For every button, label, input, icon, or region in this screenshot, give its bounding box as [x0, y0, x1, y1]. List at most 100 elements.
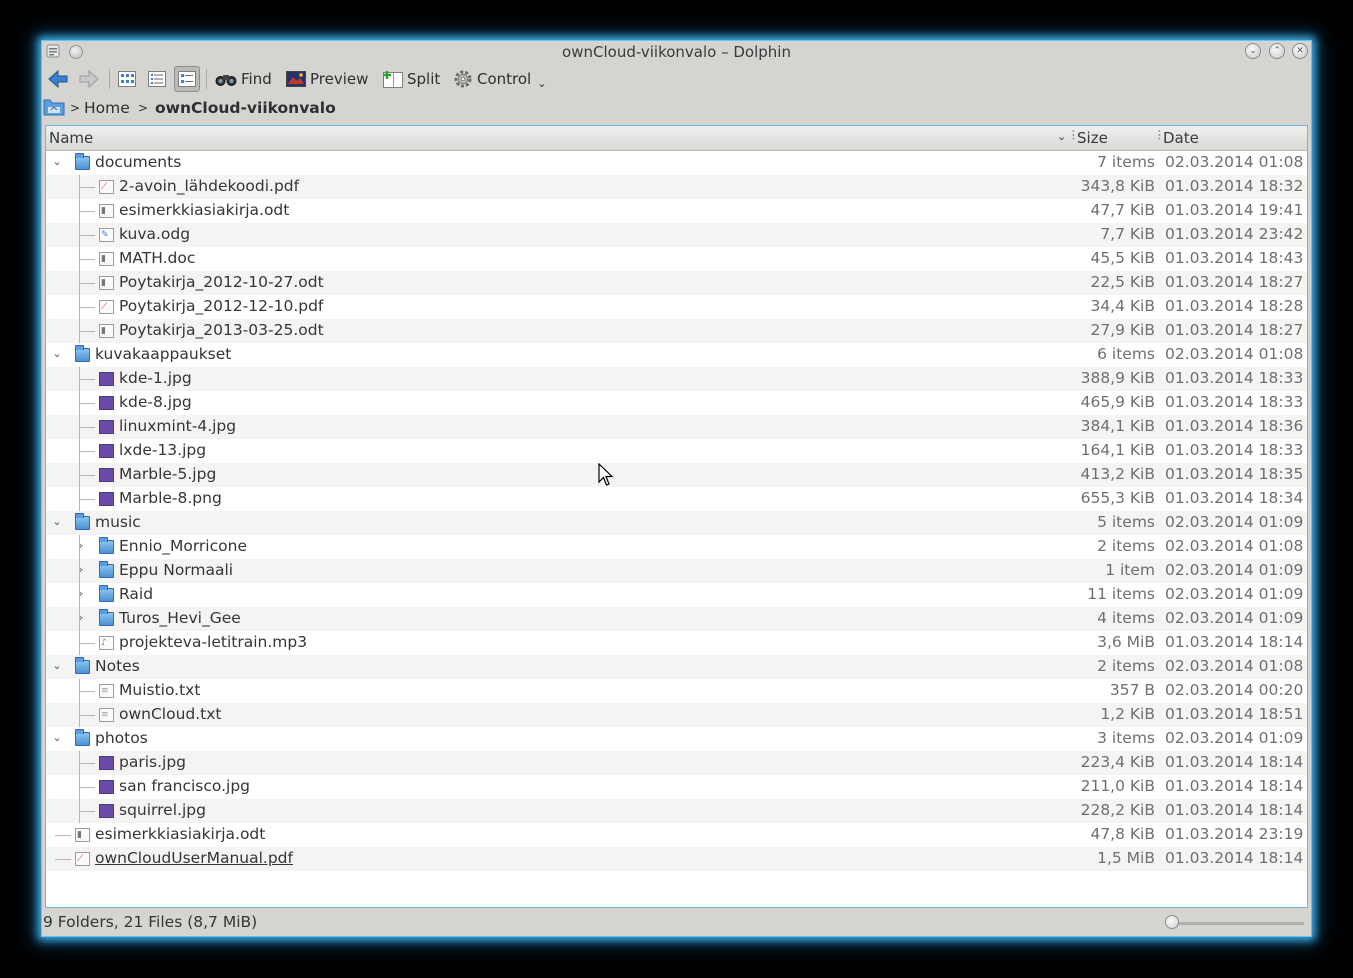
row-date: 01.03.2014 18:35 [1165, 465, 1304, 483]
document-icon: ▮ [99, 252, 114, 266]
file-row[interactable]: kde-1.jpg 388,9 KiB 01.03.2014 18:33 [46, 367, 1307, 391]
control-label: Control [477, 70, 532, 88]
file-row[interactable]: ▮ Poytakirja_2013-03-25.odt 27,9 KiB 01.03.… [46, 319, 1307, 343]
file-list-view[interactable]: Name ⌄ ⁝ Size ⁝ Date ⌄ documents 7 items 02… [45, 125, 1308, 908]
forward-button[interactable] [79, 65, 99, 93]
expand-arrow-icon[interactable]: › [75, 610, 87, 626]
file-row[interactable]: ♪ projekteva-letitrain.mp3 3,6 MiB 01.03.20… [46, 631, 1307, 655]
breadcrumb-current[interactable]: ownCloud-viikonvalo [155, 99, 336, 117]
icons-view-button[interactable] [114, 66, 140, 92]
tree-line [79, 211, 95, 212]
dolphin-window: ownCloud-viikonvalo – Dolphin ⌄ ⌃ ✕ Find… [41, 40, 1312, 937]
folder-icon [75, 345, 90, 362]
folder-row[interactable]: ⌄ kuvakaappaukset 6 items 02.03.2014 01:08 [46, 343, 1307, 367]
image-icon [99, 372, 114, 386]
file-row[interactable]: kde-8.jpg 465,9 KiB 01.03.2014 18:33 [46, 391, 1307, 415]
breadcrumb-home[interactable]: Home [84, 99, 130, 117]
row-name: paris.jpg [119, 753, 187, 771]
file-row[interactable]: ⟋ ownCloudUserManual.pdf 1,5 MiB 01.03.2014… [46, 847, 1307, 871]
close-button[interactable]: ✕ [1292, 43, 1308, 59]
column-resize-handle[interactable]: ⁝ [1157, 126, 1162, 144]
row-name: kde-1.jpg [119, 369, 192, 387]
row-size: 343,8 KiB [1080, 177, 1155, 195]
split-label: Split [407, 70, 441, 88]
file-row[interactable]: ▮ esimerkkiasiakirja.odt 47,8 KiB 01.03.201… [46, 823, 1307, 847]
zoom-slider-track[interactable] [1168, 922, 1304, 925]
row-size: 3 items [1097, 729, 1155, 747]
expand-arrow-icon[interactable]: › [75, 538, 87, 554]
file-row[interactable]: ⟋ 2-avoin_lähdekoodi.pdf 343,8 KiB 01.03.20… [46, 175, 1307, 199]
row-size: 164,1 KiB [1080, 441, 1155, 459]
row-name: Turos_Hevi_Gee [119, 609, 241, 627]
file-row[interactable]: Marble-8.png 655,3 KiB 01.03.2014 18:34 [46, 487, 1307, 511]
folder-icon [75, 153, 90, 170]
row-size: 1 item [1105, 561, 1155, 579]
expand-arrow-icon[interactable]: › [75, 586, 87, 602]
expand-arrow-icon[interactable]: › [75, 562, 87, 578]
tree-line [55, 835, 71, 836]
file-row[interactable]: ▮ Poytakirja_2012-10-27.odt 22,5 KiB 01.03.… [46, 271, 1307, 295]
folder-icon [99, 561, 114, 578]
row-date: 02.03.2014 00:20 [1165, 681, 1304, 699]
image-icon [99, 780, 114, 794]
title-bar[interactable]: ownCloud-viikonvalo – Dolphin ⌄ ⌃ ✕ [42, 41, 1311, 63]
back-button[interactable] [48, 65, 68, 93]
file-row[interactable]: ✎ kuva.odg 7,7 KiB 01.03.2014 23:42 [46, 223, 1307, 247]
collapse-arrow-icon[interactable]: ⌄ [51, 514, 63, 530]
split-view-icon [383, 71, 403, 88]
file-row[interactable]: ▮ MATH.doc 45,5 KiB 01.03.2014 18:43 [46, 247, 1307, 271]
file-row[interactable]: ≡ ownCloud.txt 1,2 KiB 01.03.2014 18:51 [46, 703, 1307, 727]
column-header-date[interactable]: Date [1163, 129, 1199, 147]
column-resize-handle[interactable]: ⁝ [1071, 126, 1076, 144]
row-name: Poytakirja_2012-10-27.odt [119, 273, 324, 291]
folder-row[interactable]: ⌄ documents 7 items 02.03.2014 01:08 [46, 151, 1307, 175]
row-size: 357 B [1109, 681, 1155, 699]
folder-row[interactable]: › Eppu Normaali 1 item 02.03.2014 01:09 [46, 559, 1307, 583]
row-date: 02.03.2014 01:08 [1165, 657, 1304, 675]
collapse-arrow-icon[interactable]: ⌄ [51, 658, 63, 674]
file-row[interactable]: lxde-13.jpg 164,1 KiB 01.03.2014 18:33 [46, 439, 1307, 463]
maximize-button[interactable]: ⌃ [1269, 43, 1285, 59]
details-view-button[interactable] [174, 66, 200, 92]
row-date: 01.03.2014 23:19 [1165, 825, 1304, 843]
file-row[interactable]: san francisco.jpg 211,0 KiB 01.03.2014 18:… [46, 775, 1307, 799]
row-date: 02.03.2014 01:08 [1165, 537, 1304, 555]
folder-row[interactable]: ⌄ music 5 items 02.03.2014 01:09 [46, 511, 1307, 535]
folder-row[interactable]: ⌄ photos 3 items 02.03.2014 01:09 [46, 727, 1307, 751]
file-row[interactable]: paris.jpg 223,4 KiB 01.03.2014 18:14 [46, 751, 1307, 775]
file-row[interactable]: ⟋ Poytakirja_2012-12-10.pdf 34,4 KiB 01.03.… [46, 295, 1307, 319]
file-row[interactable]: linuxmint-4.jpg 384,1 KiB 01.03.2014 18:36 [46, 415, 1307, 439]
file-row[interactable]: Marble-5.jpg 413,2 KiB 01.03.2014 18:35 [46, 463, 1307, 487]
column-header-size[interactable]: Size [1077, 129, 1108, 147]
row-size: 228,2 KiB [1080, 801, 1155, 819]
minimize-button[interactable]: ⌄ [1245, 43, 1261, 59]
control-button[interactable]: Control ⌄ [453, 65, 546, 93]
document-icon-glyph: ▮ [101, 326, 106, 336]
folder-row[interactable]: ⌄ Notes 2 items 02.03.2014 01:08 [46, 655, 1307, 679]
audio-icon: ♪ [99, 636, 114, 650]
preview-button[interactable]: Preview [286, 65, 368, 93]
tree-line [79, 691, 95, 692]
places-folder-icon[interactable] [43, 98, 65, 116]
compact-view-button[interactable] [144, 66, 170, 92]
row-date: 02.03.2014 01:09 [1165, 729, 1304, 747]
binoculars-icon [215, 75, 237, 86]
collapse-arrow-icon[interactable]: ⌄ [51, 154, 63, 170]
file-row[interactable]: ≡ Muistio.txt 357 B 02.03.2014 00:20 [46, 679, 1307, 703]
row-name: MATH.doc [119, 249, 196, 267]
row-name: Ennio_Morricone [119, 537, 247, 555]
row-date: 01.03.2014 18:32 [1165, 177, 1304, 195]
find-button[interactable]: Find [215, 65, 272, 93]
zoom-slider-handle[interactable] [1165, 915, 1179, 929]
split-button[interactable]: Split [383, 65, 440, 93]
row-date: 01.03.2014 18:33 [1165, 393, 1304, 411]
column-header-name[interactable]: Name [49, 129, 93, 147]
folder-row[interactable]: › Raid 11 items 02.03.2014 01:09 [46, 583, 1307, 607]
folder-row[interactable]: › Ennio_Morricone 2 items 02.03.2014 01:08 [46, 535, 1307, 559]
collapse-arrow-icon[interactable]: ⌄ [51, 346, 63, 362]
collapse-arrow-icon[interactable]: ⌄ [51, 730, 63, 746]
folder-row[interactable]: › Turos_Hevi_Gee 4 items 02.03.2014 01:09 [46, 607, 1307, 631]
file-row[interactable]: ▮ esimerkkiasiakirja.odt 47,7 KiB 01.03.201… [46, 199, 1307, 223]
tree-line [79, 187, 95, 188]
file-row[interactable]: squirrel.jpg 228,2 KiB 01.03.2014 18:14 [46, 799, 1307, 823]
